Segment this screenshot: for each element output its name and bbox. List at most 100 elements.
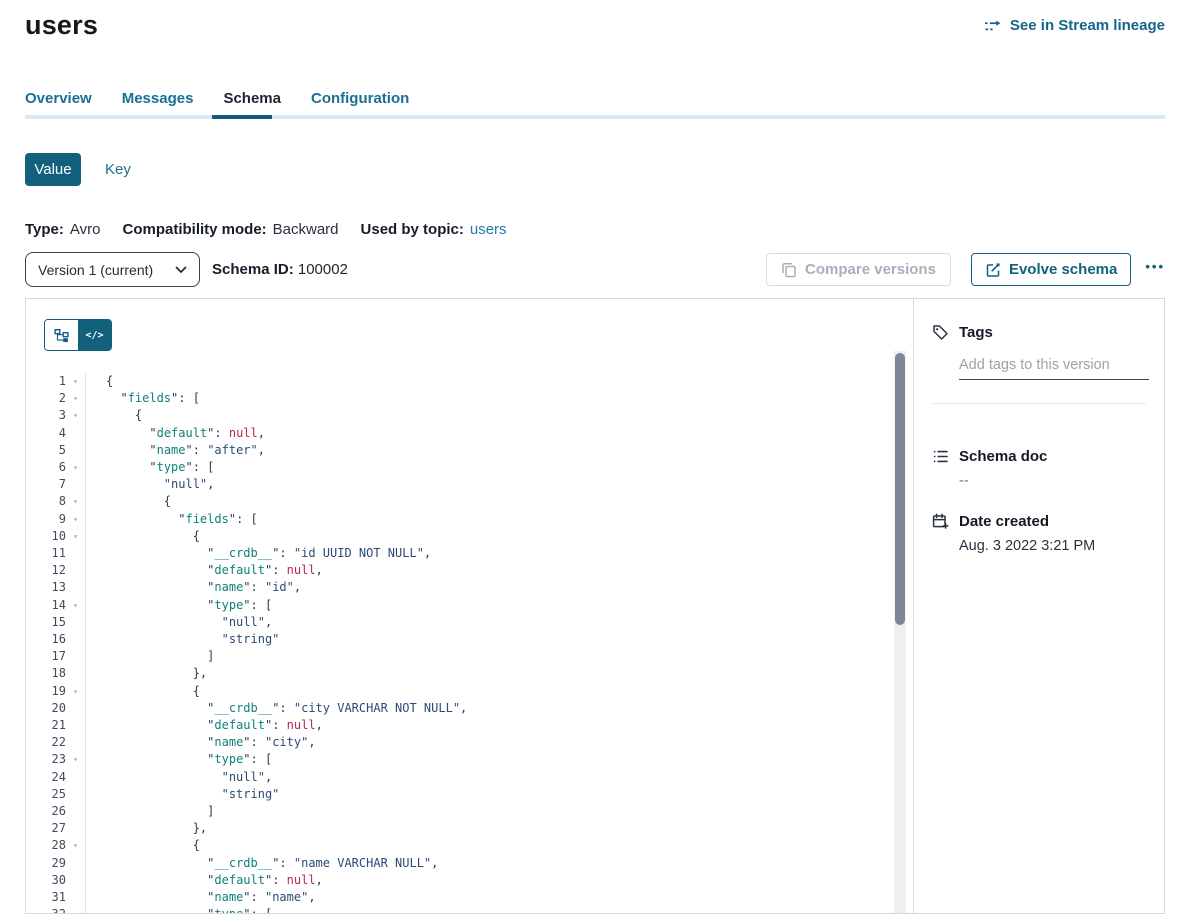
line-number: 9 [26,511,66,528]
code-lines: 1▾{2▾ "fields": [3▾ {4 "default": null,5… [26,373,913,914]
line-number: 17 [26,648,66,665]
collapse-arrow-icon[interactable]: ▾ [66,390,85,407]
code-line: 5 "name": "after", [26,442,913,459]
code-content: "null", [85,476,214,493]
line-number: 24 [26,769,66,786]
collapse-arrow-icon[interactable]: ▾ [66,511,85,528]
collapse-arrow-icon[interactable]: ▾ [66,683,85,700]
code-line: 19▾ { [26,683,913,700]
see-in-stream-lineage-link[interactable]: See in Stream lineage [984,17,1165,34]
collapse-arrow-icon[interactable]: ▾ [66,837,85,854]
compare-versions-button[interactable]: Compare versions [766,253,951,286]
tab-overview[interactable]: Overview [25,90,92,107]
collapse-arrow-icon[interactable]: ▾ [66,493,85,510]
evolve-schema-label: Evolve schema [1009,261,1117,278]
code-line: 27 }, [26,820,913,837]
page-title: users [25,10,98,41]
collapse-arrow-icon [66,579,85,596]
code-content: "name": "after", [85,442,265,459]
type-label: Type: [25,221,64,238]
code-line: 14▾ "type": [ [26,597,913,614]
schema-card: </> 1▾{2▾ "fields": [3▾ {4 "default": nu… [25,298,1165,914]
collapse-arrow-icon[interactable]: ▾ [66,751,85,768]
code-content: "__crdb__": "name VARCHAR NULL", [85,855,438,872]
line-number: 14 [26,597,66,614]
version-select[interactable]: Version 1 (current) [25,252,200,287]
line-number: 4 [26,425,66,442]
chevron-down-icon [175,266,187,274]
code-content: "type": [ [85,459,214,476]
more-actions-button[interactable]: ••• [1145,262,1165,278]
tab-messages[interactable]: Messages [122,90,194,107]
code-line: 10▾ { [26,528,913,545]
code-line: 3▾ { [26,407,913,424]
code-line: 21 "default": null, [26,717,913,734]
collapse-arrow-icon [66,717,85,734]
code-content: ] [85,803,214,820]
code-content: { [85,373,113,390]
schema-doc-value: -- [959,473,1149,489]
line-number: 18 [26,665,66,682]
code-view-button[interactable]: </> [78,320,111,350]
line-number: 2 [26,390,66,407]
type-value: Avro [70,221,101,238]
collapse-arrow-icon [66,631,85,648]
line-number: 20 [26,700,66,717]
code-line: 23▾ "type": [ [26,751,913,768]
line-number: 12 [26,562,66,579]
add-tags-input[interactable] [959,357,1149,380]
line-number: 1 [26,373,66,390]
topic-link[interactable]: users [470,221,507,238]
date-created-title: Date created [959,513,1049,530]
schema-type: Type: Avro [25,221,100,238]
line-number: 25 [26,786,66,803]
tab-configuration[interactable]: Configuration [311,90,409,107]
line-number: 11 [26,545,66,562]
schema-id-label: Schema ID: [212,261,294,278]
compatibility-mode: Compatibility mode: Backward [122,221,338,238]
code-content: "fields": [ [85,511,258,528]
key-tab-button[interactable]: Key [105,161,131,178]
collapse-arrow-icon [66,786,85,803]
code-line: 24 "null", [26,769,913,786]
line-number: 23 [26,751,66,768]
collapse-arrow-icon[interactable]: ▾ [66,459,85,476]
version-select-value: Version 1 (current) [38,262,175,278]
line-number: 27 [26,820,66,837]
collapse-arrow-icon[interactable]: ▾ [66,528,85,545]
list-icon [932,448,949,465]
collapse-arrow-icon [66,614,85,631]
evolve-schema-button[interactable]: Evolve schema [971,253,1131,286]
code-content: { [85,837,200,854]
collapse-arrow-icon [66,545,85,562]
collapse-arrow-icon [66,855,85,872]
schema-id-value: 100002 [298,261,348,278]
compat-value: Backward [273,221,339,238]
line-number: 10 [26,528,66,545]
collapse-arrow-icon[interactable]: ▾ [66,373,85,390]
code-scrollbar-thumb[interactable] [895,353,905,625]
code-content: "null", [85,614,272,631]
compare-versions-label: Compare versions [805,261,936,278]
lineage-link-label: See in Stream lineage [1010,17,1165,34]
code-scrollbar-track[interactable] [894,351,906,913]
collapse-arrow-icon [66,820,85,837]
tag-icon [932,324,949,341]
collapse-arrow-icon [66,872,85,889]
code-content: "name": "name", [85,889,316,906]
tree-view-button[interactable] [45,320,78,350]
code-content: }, [85,665,207,682]
tab-schema[interactable]: Schema [223,90,281,107]
code-line: 2▾ "fields": [ [26,390,913,407]
schema-doc-section-header: Schema doc [932,448,1149,465]
line-number: 7 [26,476,66,493]
collapse-arrow-icon[interactable]: ▾ [66,407,85,424]
code-content: "default": null, [85,872,323,889]
collapse-arrow-icon[interactable]: ▾ [66,597,85,614]
value-tab-button[interactable]: Value [25,153,81,186]
line-number: 21 [26,717,66,734]
code-line: 30 "default": null, [26,872,913,889]
tags-title: Tags [959,324,993,341]
code-line: 11 "__crdb__": "id UUID NOT NULL", [26,545,913,562]
collapse-arrow-icon[interactable]: ▾ [66,906,85,914]
